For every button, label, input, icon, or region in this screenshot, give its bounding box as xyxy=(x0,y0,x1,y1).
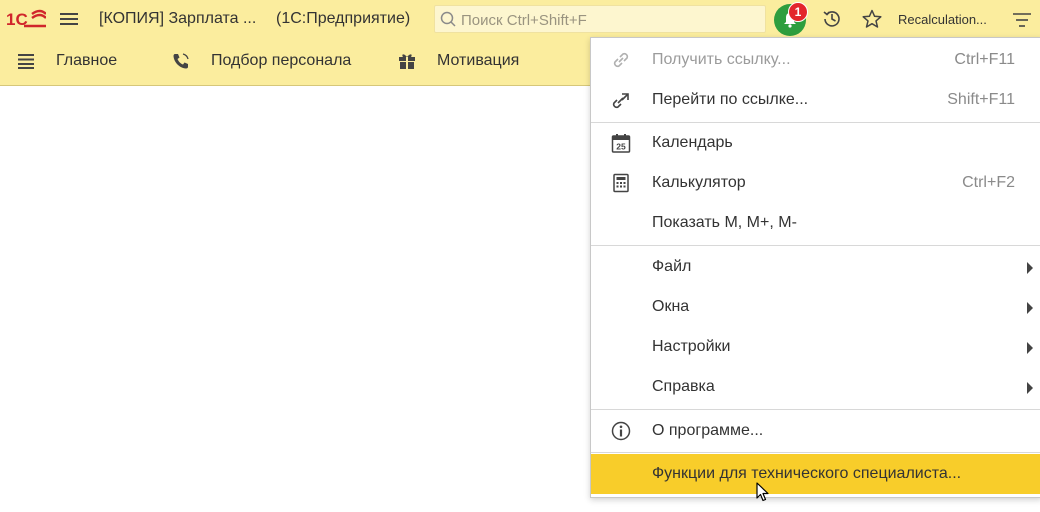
calendar-icon: 25 xyxy=(611,134,631,153)
menu-item-shortcut: Ctrl+F11 xyxy=(954,51,1015,68)
menu-item-label: Калькулятор xyxy=(652,174,746,191)
section-main[interactable]: Главное xyxy=(56,52,117,70)
menu-item-label: Окна xyxy=(652,298,690,315)
calculator-icon xyxy=(613,173,629,193)
menu-item-label: Справка xyxy=(652,378,715,395)
history-icon[interactable] xyxy=(822,9,842,29)
app-menu-dropdown: Получить ссылку... Ctrl+F11 Перейти по с… xyxy=(590,37,1040,498)
main-menu-icon[interactable] xyxy=(60,10,78,28)
list-icon xyxy=(18,54,34,69)
menu-item-about[interactable]: О программе... xyxy=(591,411,1040,451)
menu-item-label: Настройки xyxy=(652,338,731,355)
link-icon xyxy=(613,52,629,68)
menu-item-follow-link[interactable]: Перейти по ссылке... Shift+F11 xyxy=(591,80,1040,120)
menu-item-label: Функции для технического специалиста... xyxy=(652,465,962,482)
menu-item-tech-functions[interactable]: Функции для технического специалиста... xyxy=(591,454,1040,494)
search-icon xyxy=(440,11,456,27)
menu-item-show-memory[interactable]: Показать М, М+, М- xyxy=(591,203,1040,243)
search-input[interactable] xyxy=(459,10,763,30)
submenu-arrow-icon xyxy=(1027,342,1033,354)
info-icon xyxy=(611,421,631,441)
menu-item-windows[interactable]: Окна xyxy=(591,287,1040,327)
section-recruitment[interactable]: Подбор персонала xyxy=(211,52,351,70)
gift-icon xyxy=(399,54,415,69)
more-menu-icon[interactable] xyxy=(1012,10,1032,30)
1c-logo[interactable]: 1С xyxy=(6,6,46,32)
app-title: [КОПИЯ] Зарплата ... xyxy=(99,10,257,27)
user-name[interactable]: Recalculation... xyxy=(898,12,987,27)
submenu-arrow-icon xyxy=(1027,262,1033,274)
submenu-arrow-icon xyxy=(1027,302,1033,314)
menu-separator xyxy=(591,409,1040,410)
menu-item-label: Перейти по ссылке... xyxy=(652,91,809,108)
menu-item-shortcut: Ctrl+F2 xyxy=(962,174,1015,191)
menu-item-help[interactable]: Справка xyxy=(591,367,1040,407)
notification-badge: 1 xyxy=(788,2,808,22)
section-motivation[interactable]: Мотивация xyxy=(437,52,519,70)
menu-item-file[interactable]: Файл xyxy=(591,247,1040,287)
star-icon[interactable] xyxy=(862,9,882,29)
menu-item-calendar[interactable]: 25 Календарь xyxy=(591,123,1040,163)
search-field[interactable] xyxy=(434,5,766,33)
mouse-cursor-icon xyxy=(756,482,769,502)
menu-item-label: Получить ссылку... xyxy=(652,51,791,68)
app-platform: (1С:Предприятие) xyxy=(276,10,411,27)
menu-item-shortcut: Shift+F11 xyxy=(947,91,1015,108)
follow-link-icon xyxy=(612,93,629,109)
phone-icon xyxy=(173,53,189,69)
menu-item-label: О программе... xyxy=(652,422,764,439)
title-bar: 1С [КОПИЯ] Зарплата ... (1С:Предприятие)… xyxy=(0,0,1040,38)
menu-separator xyxy=(591,245,1040,246)
menu-item-settings[interactable]: Настройки xyxy=(591,327,1040,367)
calendar-day: 25 xyxy=(616,142,626,152)
menu-separator xyxy=(591,452,1040,453)
menu-item-get-link[interactable]: Получить ссылку... Ctrl+F11 xyxy=(591,40,1040,80)
menu-item-label: Файл xyxy=(652,258,692,275)
menu-item-label: Показать М, М+, М- xyxy=(652,214,797,231)
menu-item-calculator[interactable]: Калькулятор Ctrl+F2 xyxy=(591,163,1040,203)
submenu-arrow-icon xyxy=(1027,382,1033,394)
menu-item-label: Календарь xyxy=(652,134,733,151)
